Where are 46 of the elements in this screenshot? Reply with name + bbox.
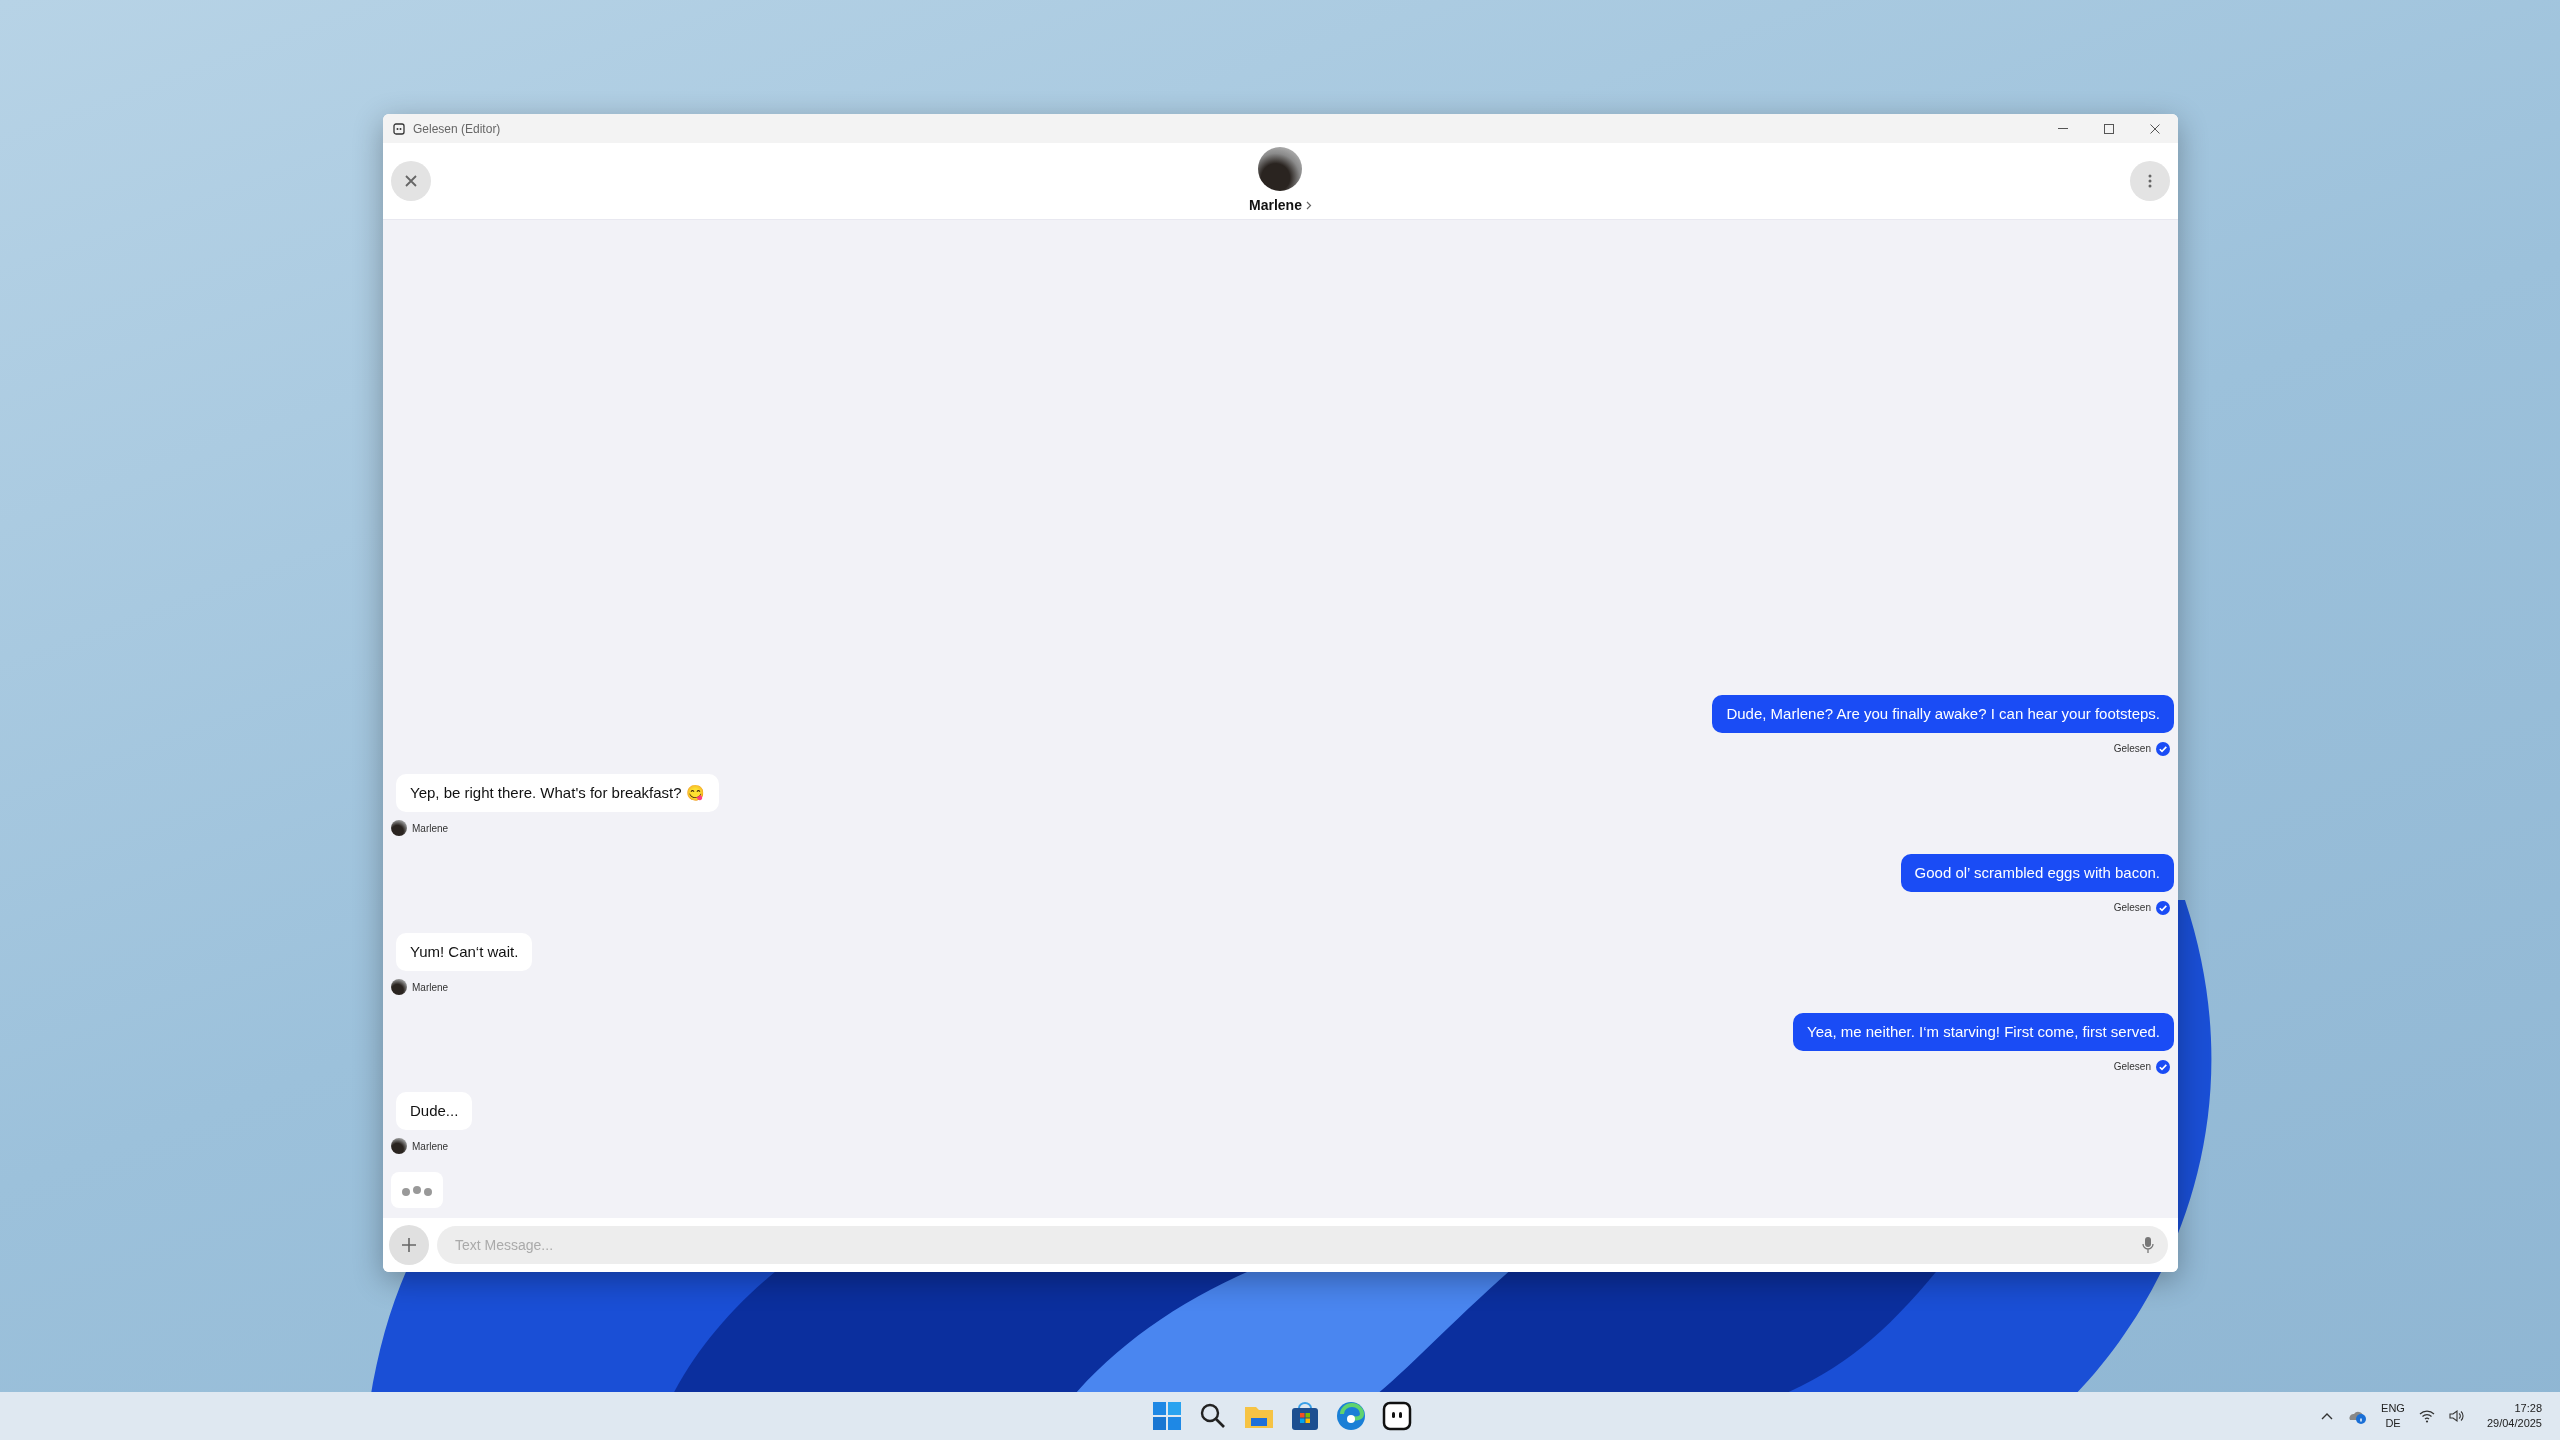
app-icon — [393, 122, 405, 135]
sender-name: Marlene — [412, 1139, 449, 1154]
language-code: ENG — [2381, 1401, 2405, 1416]
read-status: Gelesen — [2113, 742, 2151, 756]
speaker-icon[interactable] — [2448, 1409, 2465, 1423]
keyboard-layout: DE — [2385, 1416, 2401, 1431]
message-bubble: Yep, be right there. What's for breakfast? 😋 — [396, 774, 719, 812]
sender-avatar — [391, 820, 407, 836]
message-bubble: Yea, me neither. I‘m starving! First come, first served. — [1793, 1013, 2174, 1051]
plus-icon — [401, 1237, 417, 1253]
wifi-icon[interactable] — [2418, 1409, 2435, 1423]
close-icon — [404, 174, 418, 188]
typing-dots-icon — [401, 1184, 433, 1197]
swirl-logo-icon — [1334, 1399, 1368, 1433]
sender-name: Marlene — [412, 821, 449, 836]
maximize-icon — [2104, 123, 2114, 134]
read-status: Gelesen — [2113, 1060, 2151, 1074]
more-vertical-icon — [2148, 174, 2152, 188]
close-chat-button[interactable] — [391, 161, 431, 201]
message-input-field[interactable]: Text Message... — [437, 1226, 2168, 1264]
close-icon — [2150, 123, 2160, 134]
add-attachment-button[interactable] — [389, 1225, 429, 1265]
clock-date: 29/04/2025 — [2486, 1416, 2542, 1431]
message-bubble: Yum! Can‘t wait. — [396, 933, 533, 971]
input-language-indicator[interactable]: ENG DE — [2381, 1401, 2405, 1431]
sender-name: Marlene — [412, 980, 449, 995]
chat-app-button[interactable] — [1380, 1399, 1414, 1433]
microphone-icon[interactable] — [2142, 1236, 2154, 1254]
chevron-right-icon — [1305, 200, 1312, 210]
window-title: Gelesen (Editor) — [413, 120, 501, 138]
contact-name[interactable]: Marlene — [1249, 194, 1302, 216]
sender-avatar — [391, 1138, 407, 1154]
windows-logo-icon — [1150, 1399, 1184, 1433]
minimize-icon — [2058, 128, 2068, 129]
message-bubble: Dude, Marlene? Are you finally awake? I can hear your footsteps. — [1712, 695, 2174, 733]
chat-app-icon — [1380, 1399, 1414, 1433]
start-button[interactable] — [1150, 1399, 1184, 1433]
clock-time: 17:28 — [2514, 1401, 2542, 1416]
message-bubble: Good ol’ scrambled eggs with bacon. — [1900, 854, 2174, 892]
contact-avatar[interactable] — [1258, 146, 1303, 191]
sender-avatar — [391, 979, 407, 995]
clock[interactable]: 17:28 29/04/2025 — [2486, 1401, 2542, 1431]
read-status: Gelesen — [2113, 901, 2151, 915]
message-bubble: Dude... — [396, 1092, 473, 1130]
browser-button[interactable] — [1334, 1399, 1368, 1433]
chevron-up-icon[interactable] — [2321, 1412, 2334, 1420]
